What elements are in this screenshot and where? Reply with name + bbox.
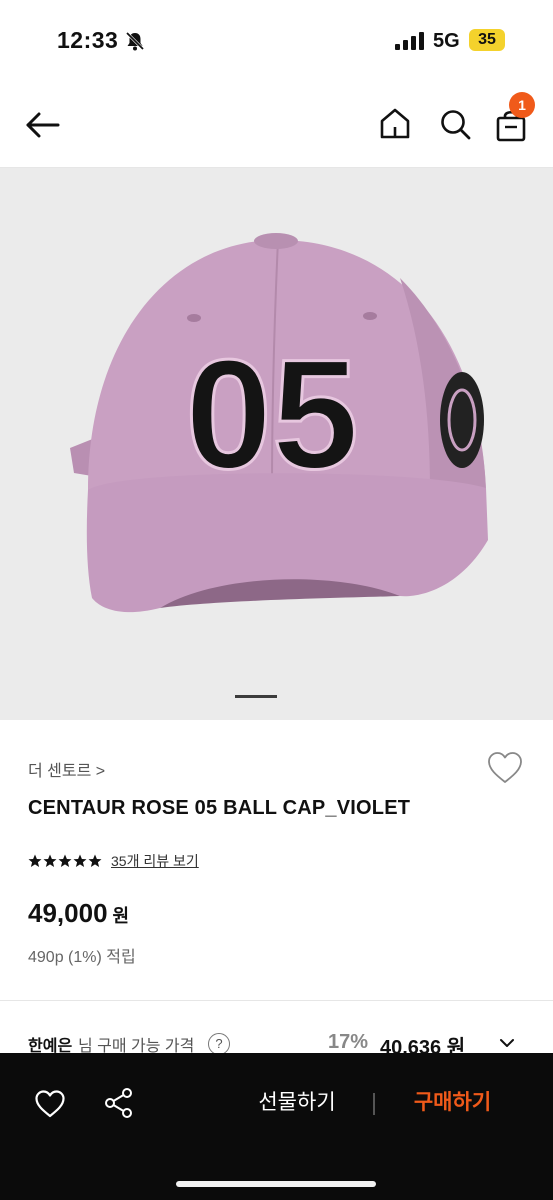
- brand-link[interactable]: 더 센토르 >: [28, 757, 105, 781]
- price-value: 49,000: [28, 898, 108, 928]
- back-arrow-icon[interactable]: [22, 107, 62, 143]
- star-icon: [28, 854, 42, 867]
- gift-button[interactable]: 선물하기: [232, 1081, 362, 1125]
- cap-print-text: 05: [185, 328, 359, 502]
- top-navigation: 1: [0, 84, 553, 168]
- network-label: 5G: [433, 30, 460, 52]
- share-icon[interactable]: [103, 1086, 135, 1120]
- help-icon[interactable]: ?: [208, 1033, 230, 1055]
- heart-icon[interactable]: [34, 1089, 66, 1119]
- price-row: 49,000 원: [28, 898, 129, 929]
- review-link[interactable]: 35개 리뷰 보기: [111, 851, 199, 871]
- bottom-action-bar: 선물하기 구매하기: [0, 1053, 553, 1200]
- star-icon: [43, 854, 57, 867]
- star-icon: [58, 854, 72, 867]
- price-currency: 원: [112, 906, 130, 926]
- cap-illustration: 05: [70, 233, 489, 613]
- home-indicator: [176, 1181, 376, 1187]
- product-name: CENTAUR ROSE 05 BALL CAP_VIOLET: [28, 797, 411, 819]
- rating-row: 35개 리뷰 보기: [28, 850, 199, 872]
- chevron-down-icon[interactable]: [498, 1034, 516, 1052]
- discount-rate: 17%: [328, 1031, 369, 1053]
- signal-icon: [395, 32, 424, 50]
- carousel-indicator: [235, 695, 277, 698]
- bell-muted-icon: [125, 31, 145, 51]
- divider: [0, 1000, 553, 1001]
- battery-indicator: 35: [469, 29, 505, 51]
- product-image-carousel[interactable]: 05: [0, 168, 553, 720]
- wishlist-heart-icon[interactable]: [486, 750, 524, 786]
- home-icon[interactable]: [378, 106, 412, 142]
- bar-divider: [373, 1093, 375, 1115]
- search-icon[interactable]: [438, 106, 472, 142]
- status-time: 12:33: [57, 27, 119, 53]
- star-icon: [88, 854, 102, 867]
- points-info: 490p (1%) 적립: [28, 949, 136, 966]
- cart-count-badge: 1: [509, 92, 535, 118]
- buy-button[interactable]: 구매하기: [390, 1081, 515, 1125]
- status-bar: 12:33 5G 35: [0, 0, 553, 84]
- star-icon: [73, 854, 87, 867]
